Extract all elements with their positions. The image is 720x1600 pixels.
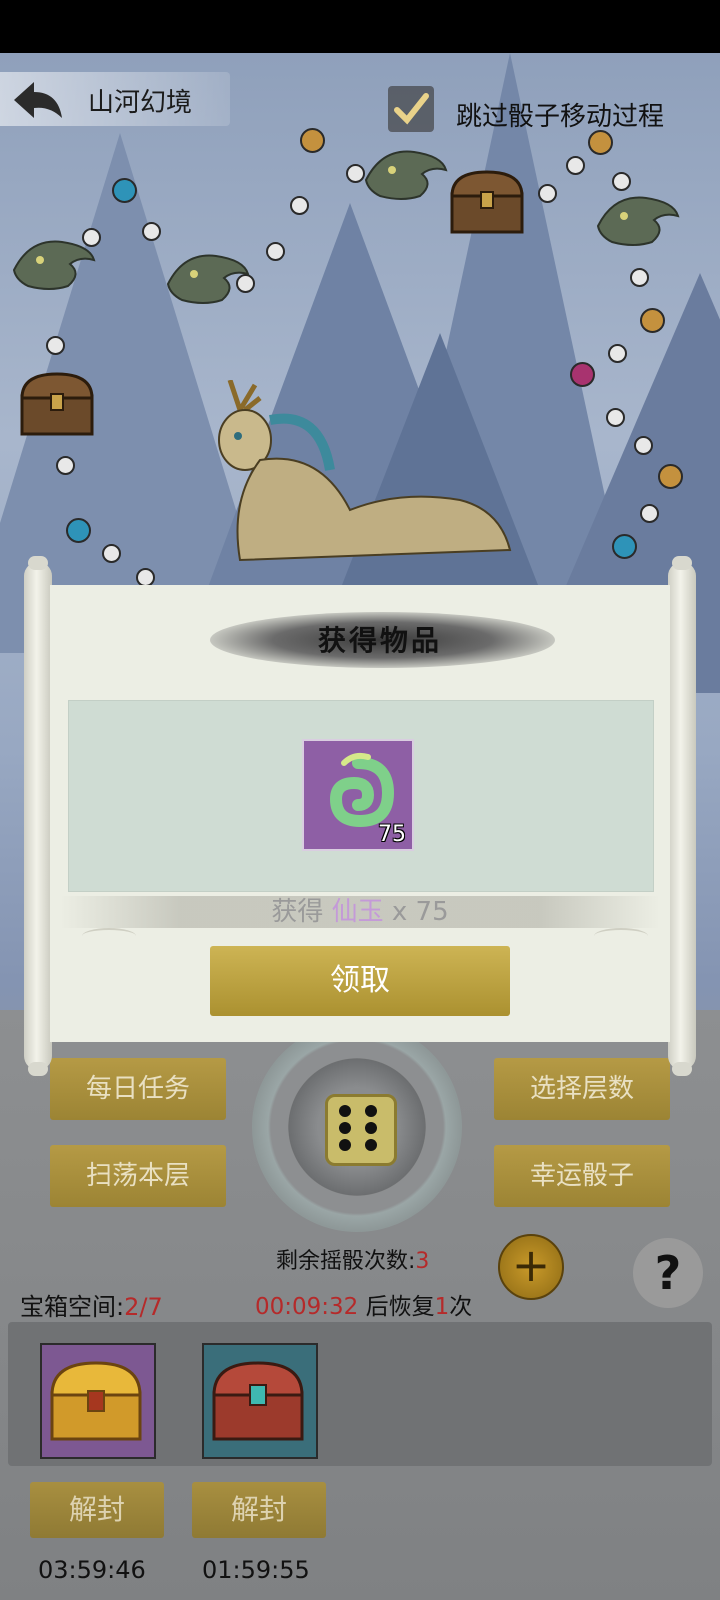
path-node <box>66 518 91 543</box>
remaining-rolls-label: 剩余摇骰次数: <box>276 1249 416 1274</box>
obtain-item-name: 仙玉 <box>331 897 384 927</box>
chest-space-label: 宝箱空间: <box>20 1293 125 1321</box>
dragon-icon <box>12 240 96 290</box>
sweep-floor-button[interactable]: 扫荡本层 <box>50 1145 226 1207</box>
recovery-count: 1 <box>434 1294 450 1320</box>
treasure-chest-icon[interactable] <box>448 168 526 236</box>
path-node <box>102 544 121 563</box>
path-node <box>630 268 649 287</box>
dragon-icon <box>166 254 250 304</box>
skip-dice-label: 跳过骰子移动过程 <box>456 102 665 132</box>
path-node <box>112 178 137 203</box>
gold-chest-icon <box>50 1361 142 1441</box>
chest-space-value: 2/7 <box>124 1293 163 1321</box>
lucky-dice-button[interactable]: 幸运骰子 <box>494 1145 670 1207</box>
path-node <box>46 336 65 355</box>
path-node <box>566 156 585 175</box>
unseal-button[interactable]: 解封 <box>30 1482 164 1538</box>
cloud-ornament <box>82 928 136 944</box>
checkmark-icon <box>394 93 429 125</box>
page-title: 山河幻境 <box>88 88 193 118</box>
dragon-icon <box>364 150 448 200</box>
dragon-icon <box>596 196 680 246</box>
recovery-time: 00:09:32 <box>255 1294 359 1320</box>
dice-icon[interactable] <box>325 1094 397 1166</box>
path-node <box>606 408 625 427</box>
chest-countdown: 03:59:46 <box>38 1556 146 1584</box>
path-node <box>634 436 653 455</box>
path-node <box>658 464 683 489</box>
claim-button[interactable]: 领取 <box>210 946 510 1016</box>
obtain-prefix: 获得 <box>271 897 324 927</box>
red-chest-icon <box>212 1361 304 1441</box>
obtain-summary: 获得 仙玉 x 75 <box>60 896 660 928</box>
path-node <box>56 456 75 475</box>
status-bar <box>0 0 720 53</box>
path-node <box>142 222 161 241</box>
add-rolls-button[interactable]: + <box>498 1234 564 1300</box>
path-node <box>266 242 285 261</box>
remaining-rolls: 剩余摇骰次数:3 <box>276 1243 429 1275</box>
path-node <box>290 196 309 215</box>
chest-space: 宝箱空间:2/7 <box>20 1287 163 1322</box>
reward-item-count: 75 <box>378 822 406 847</box>
skip-dice-checkbox[interactable] <box>388 86 434 132</box>
path-node <box>588 130 613 155</box>
scroll-rod-right <box>668 556 696 1076</box>
daily-tasks-button[interactable]: 每日任务 <box>50 1058 226 1120</box>
path-node <box>608 344 627 363</box>
obtain-quantity: x 75 <box>391 897 449 927</box>
back-arrow-icon[interactable] <box>10 78 66 122</box>
path-node <box>612 534 637 559</box>
help-icon[interactable]: ? <box>633 1238 703 1308</box>
recovery-timer: 00:09:32 后恢复1次 <box>255 1287 472 1321</box>
path-node <box>640 504 659 523</box>
qilin-creature-icon <box>218 380 512 562</box>
cloud-ornament <box>594 928 648 944</box>
path-node <box>570 362 595 387</box>
recovery-text: 后恢复 <box>365 1294 435 1320</box>
dialog-title: 获得物品 <box>317 624 442 657</box>
treasure-chest-icon[interactable] <box>18 370 96 438</box>
path-node <box>300 128 325 153</box>
scroll-rod-left <box>24 556 52 1076</box>
recovery-unit: 次 <box>449 1294 473 1320</box>
unseal-button[interactable]: 解封 <box>192 1482 326 1538</box>
chest-slot[interactable] <box>40 1343 156 1459</box>
obtain-text: 获得 仙玉 x 75 <box>271 897 448 927</box>
select-floor-button[interactable]: 选择层数 <box>494 1058 670 1120</box>
chest-countdown: 01:59:55 <box>202 1556 310 1584</box>
chest-slot[interactable] <box>202 1343 318 1459</box>
path-node <box>640 308 665 333</box>
path-node <box>538 184 557 203</box>
remaining-rolls-count: 3 <box>415 1249 430 1274</box>
